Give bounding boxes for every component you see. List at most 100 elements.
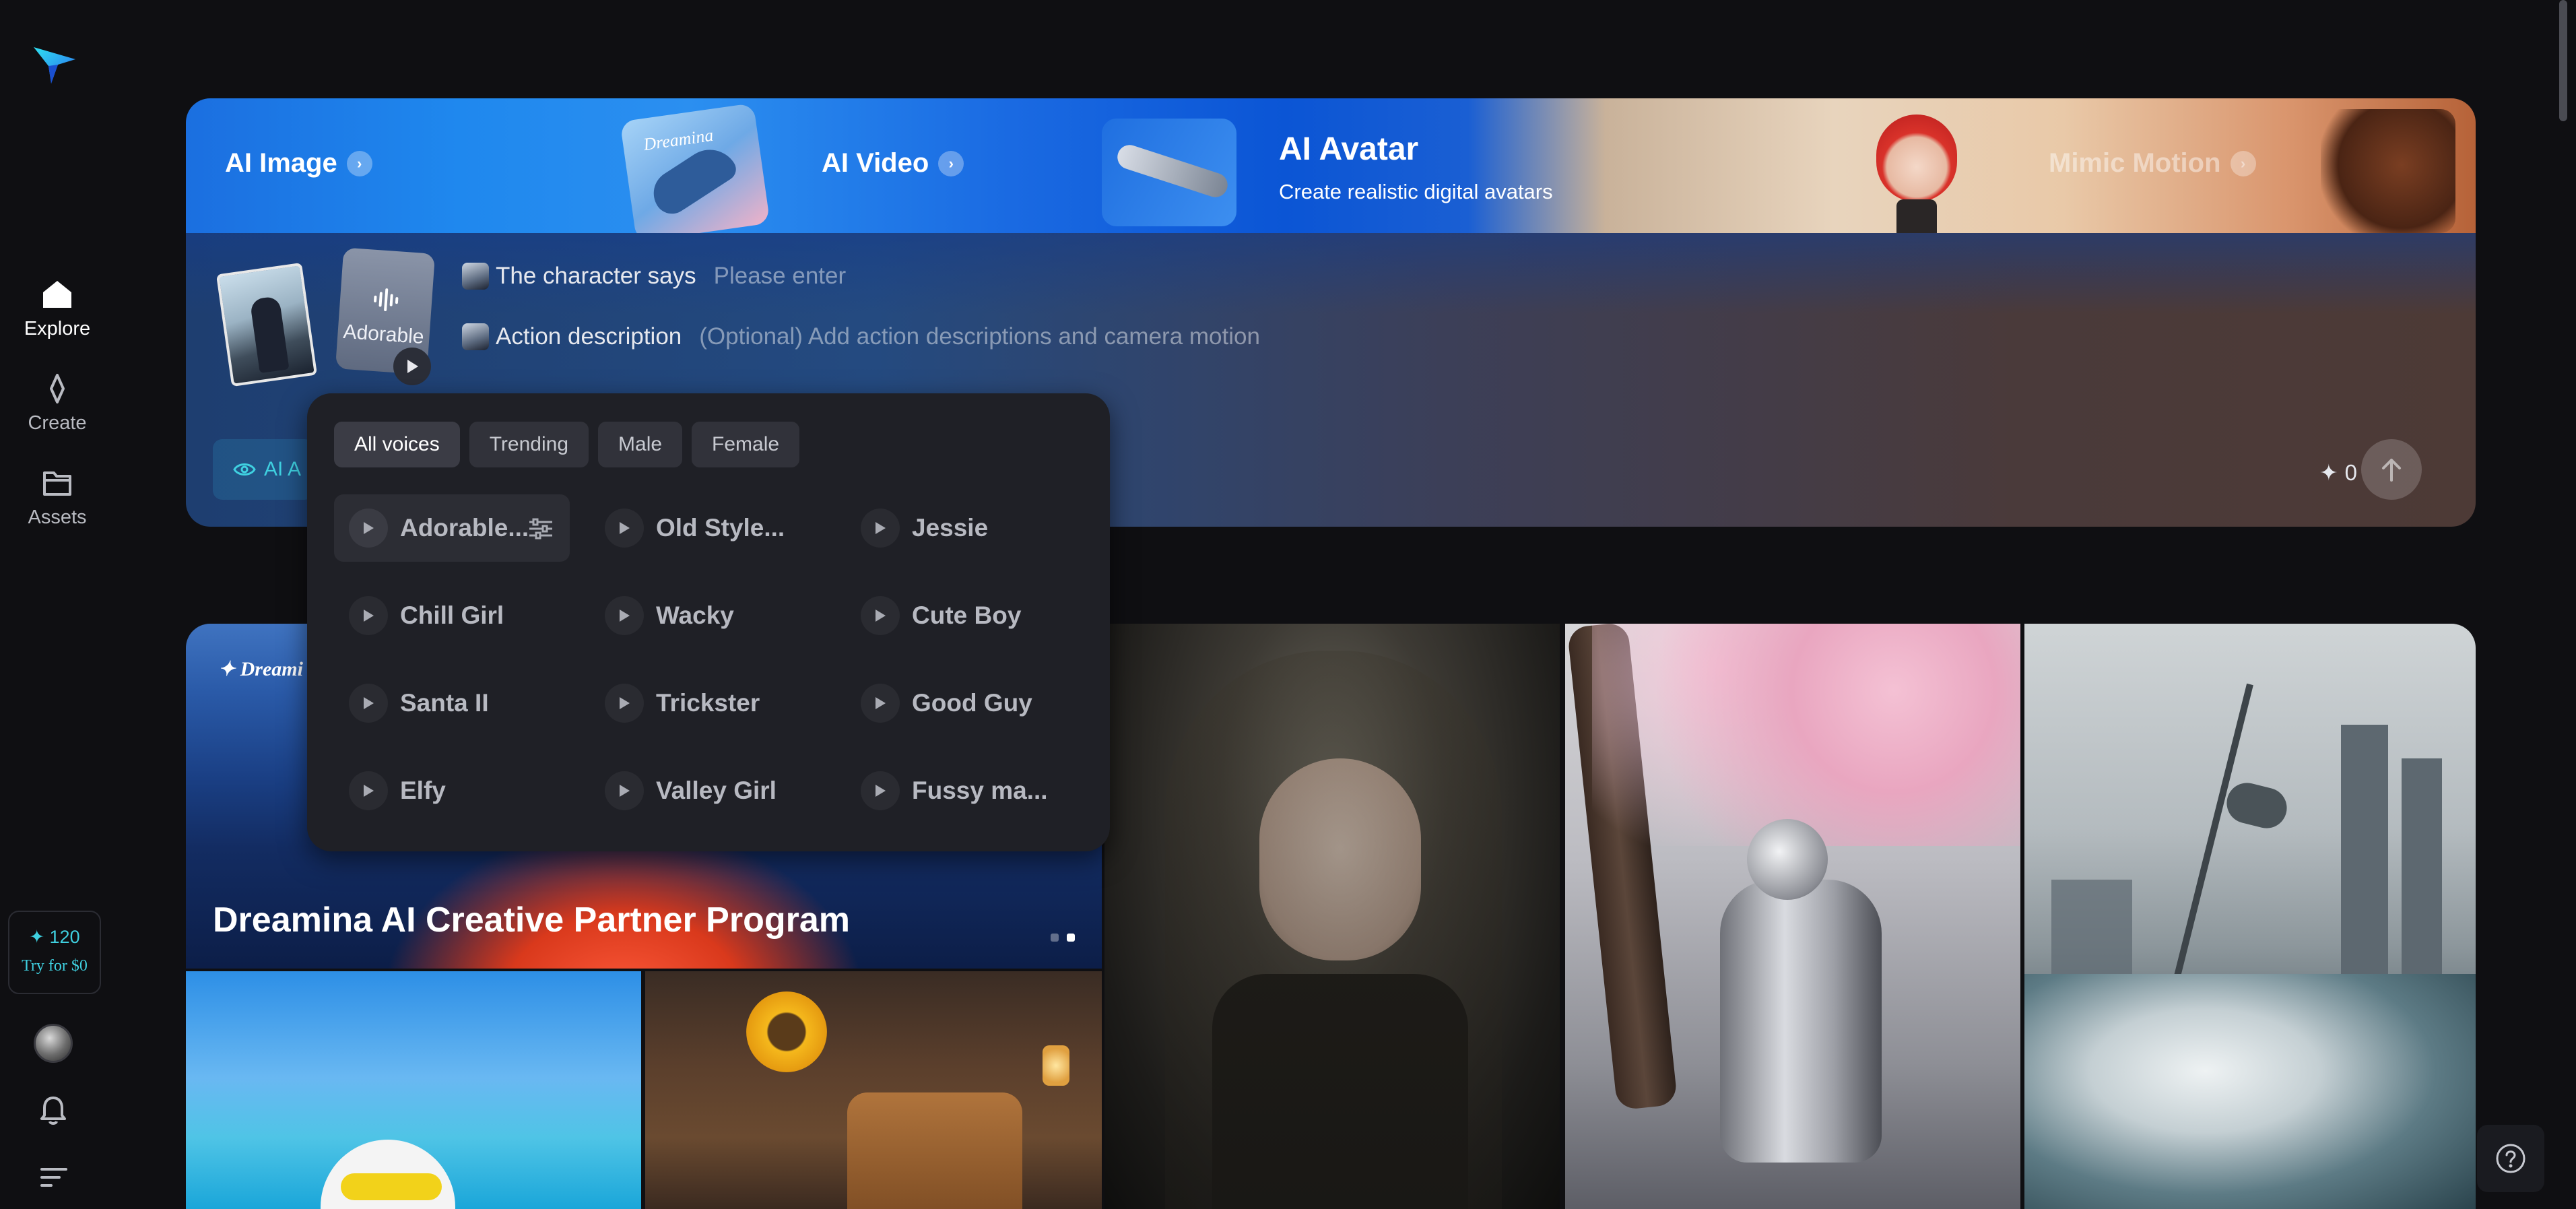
chevron-right-icon: › xyxy=(938,150,964,176)
nav-create[interactable]: Create xyxy=(0,373,114,434)
voice-option[interactable]: Elfy xyxy=(334,757,570,824)
action-mini-avatar xyxy=(462,323,489,350)
sparkle-icon: ✦ xyxy=(2319,460,2338,485)
filter-male[interactable]: Male xyxy=(598,422,683,467)
character-says-input[interactable]: Please enter xyxy=(714,263,847,290)
user-avatar[interactable] xyxy=(34,1024,73,1063)
voice-option[interactable]: Wacky xyxy=(590,582,826,649)
voice-preview-button[interactable] xyxy=(605,509,644,548)
tower-pod xyxy=(2222,779,2291,832)
sparkle-diamond-icon xyxy=(50,374,65,403)
voice-option[interactable]: Cute Boy xyxy=(846,582,1082,649)
voice-option[interactable]: Adorable... xyxy=(334,494,570,562)
voice-preview-button[interactable] xyxy=(861,509,900,548)
filter-female[interactable]: Female xyxy=(692,422,800,467)
tab-ai-avatar[interactable]: AI Avatar Create realistic digital avata… xyxy=(1279,131,1553,204)
filter-all-voices[interactable]: All voices xyxy=(334,422,460,467)
sidebar: Explore Create Assets ✦ 120 Try for $0 xyxy=(0,0,114,1209)
play-icon xyxy=(620,522,630,534)
tab-ai-image[interactable]: AI Image › xyxy=(225,148,372,178)
voice-preview-button[interactable] xyxy=(605,684,644,723)
play-icon xyxy=(876,610,886,622)
voice-preview-button[interactable] xyxy=(605,771,644,810)
building xyxy=(2341,725,2388,1008)
menu-icon[interactable] xyxy=(39,1164,69,1191)
voice-preview-button[interactable] xyxy=(349,596,388,635)
plane-shape xyxy=(1114,141,1231,201)
carousel-dot[interactable] xyxy=(1051,934,1059,942)
voice-option[interactable]: Jessie xyxy=(846,494,1082,562)
bell-icon[interactable] xyxy=(38,1094,69,1128)
play-icon xyxy=(620,610,630,622)
voice-settings-icon[interactable] xyxy=(528,517,554,546)
voice-preview-button[interactable] xyxy=(861,596,900,635)
redhead-avatar-card xyxy=(1849,98,1984,233)
voice-option-label: Elfy xyxy=(400,777,446,804)
plane-card xyxy=(1102,119,1236,226)
gallery-item-praying-robot[interactable] xyxy=(1565,624,2020,1209)
arrow-up-icon xyxy=(2382,459,2401,482)
play-icon xyxy=(407,360,418,373)
gallery-item-veiled-portrait[interactable] xyxy=(1104,624,1560,1209)
voice-preview-button[interactable] xyxy=(349,509,388,548)
mimic-motion-card xyxy=(2321,109,2455,233)
tab-ai-video[interactable]: AI Video › xyxy=(822,148,964,178)
ai-assist-button[interactable]: AI A xyxy=(213,439,314,500)
portrait-veil xyxy=(1165,651,1502,1209)
voice-filter-tabs: All voices Trending Male Female xyxy=(334,422,800,467)
dreamina-whale-card: Dreamina xyxy=(620,102,770,233)
generate-button[interactable] xyxy=(2361,439,2422,500)
robot-body xyxy=(1720,880,1882,1163)
voice-preview-button[interactable] xyxy=(861,771,900,810)
voice-option-label: Good Guy xyxy=(912,689,1032,717)
voice-option[interactable]: Chill Girl xyxy=(334,582,570,649)
voice-option[interactable]: Santa II xyxy=(334,669,570,737)
voice-option-label: Cute Boy xyxy=(912,601,1022,629)
action-description-input[interactable]: (Optional) Add action descriptions and c… xyxy=(699,323,1260,350)
promo-brand-text: Dreami xyxy=(240,658,303,680)
voice-preview-button[interactable] xyxy=(349,684,388,723)
voice-option[interactable]: Good Guy xyxy=(846,669,1082,737)
try-free-link[interactable]: Try for $0 xyxy=(9,957,100,975)
credits-count: ✦ 120 xyxy=(29,927,80,947)
nav-create-label: Create xyxy=(28,412,87,434)
nav-assets-label: Assets xyxy=(28,507,87,528)
voice-card-label: Adorable xyxy=(342,320,425,349)
voice-option-label: Adorable... xyxy=(400,514,529,542)
promo-title: Dreamina AI Creative Partner Program xyxy=(213,901,851,940)
tab-mimic-motion[interactable]: Mimic Motion › xyxy=(2049,148,2256,178)
redhead-face xyxy=(1876,115,1957,202)
voice-option[interactable]: Trickster xyxy=(590,669,826,737)
voice-option[interactable]: Old Style... xyxy=(590,494,826,562)
app-logo[interactable] xyxy=(31,42,78,89)
promo-brand: ✦ Dreami xyxy=(218,658,303,680)
gallery-item-pool-cat[interactable] xyxy=(186,971,641,1209)
street-lamp xyxy=(1043,1045,1069,1086)
gallery-item-steampunk[interactable] xyxy=(645,971,1102,1209)
voice-play-button[interactable] xyxy=(393,348,431,385)
voice-preview-button[interactable] xyxy=(861,684,900,723)
character-says-field[interactable]: The character says Please enter xyxy=(462,263,846,290)
credits-box[interactable]: ✦ 120 Try for $0 xyxy=(8,911,101,994)
filter-trending[interactable]: Trending xyxy=(469,422,589,467)
sunglasses-shape xyxy=(341,1173,442,1200)
tab-mimic-motion-label: Mimic Motion xyxy=(2049,148,2221,178)
nav-assets[interactable]: Assets xyxy=(0,467,114,529)
chevron-right-icon: › xyxy=(2230,150,2256,176)
voice-preview-button[interactable] xyxy=(349,771,388,810)
gallery-item-tower-wave[interactable] xyxy=(2024,624,2476,1209)
play-icon xyxy=(364,522,374,534)
voice-preview-button[interactable] xyxy=(605,596,644,635)
carousel-dot-active[interactable] xyxy=(1067,934,1075,942)
voice-option-label: Old Style... xyxy=(656,514,785,542)
voice-option-label: Santa II xyxy=(400,689,489,717)
voice-option[interactable]: Valley Girl xyxy=(590,757,826,824)
voice-option[interactable]: Fussy ma... xyxy=(846,757,1082,824)
nav-explore[interactable]: Explore xyxy=(0,279,114,340)
character-photo-thumbnail[interactable] xyxy=(216,262,318,387)
page-scrollbar[interactable] xyxy=(2559,0,2567,121)
tab-ai-avatar-label: AI Avatar xyxy=(1279,131,1419,167)
help-button[interactable] xyxy=(2477,1125,2544,1192)
action-description-field[interactable]: Action description (Optional) Add action… xyxy=(462,323,1260,350)
play-icon xyxy=(876,785,886,797)
